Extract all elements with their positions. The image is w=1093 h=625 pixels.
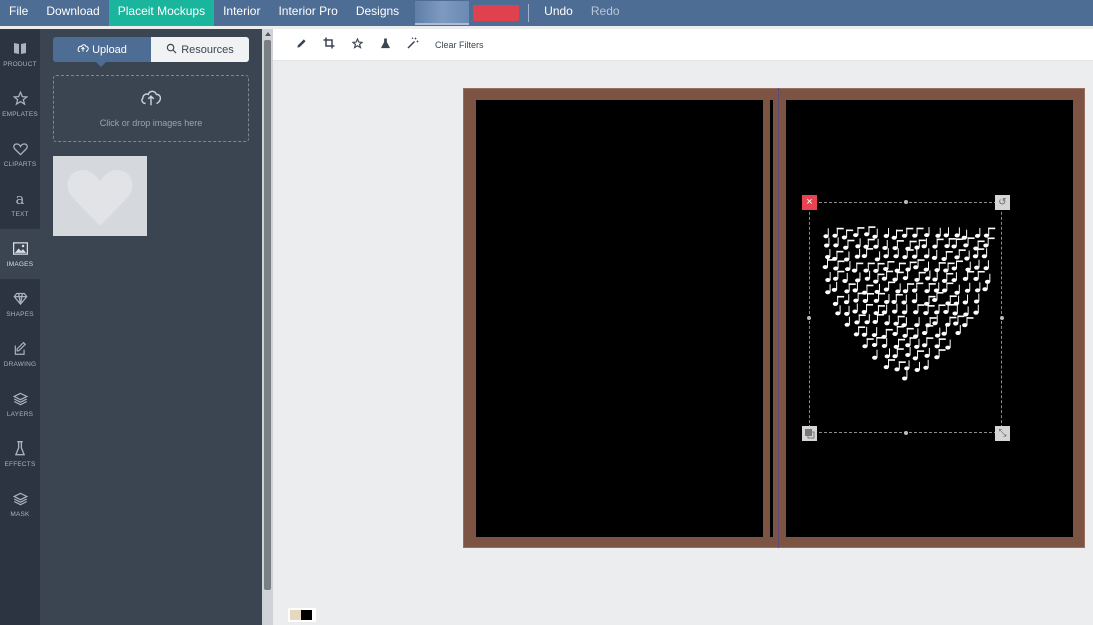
rail-item-text[interactable]: a TEXT bbox=[0, 179, 40, 229]
undo-button[interactable]: Undo bbox=[535, 0, 582, 26]
search-icon bbox=[166, 43, 177, 57]
resize-handle[interactable]: ⤡ bbox=[995, 426, 1010, 441]
menu-placeit-mockups[interactable]: Placeit Mockups bbox=[108, 0, 215, 26]
layers-square-icon bbox=[802, 428, 817, 445]
cloud-upload-icon bbox=[140, 89, 162, 112]
selection-handle-bottom[interactable] bbox=[904, 431, 908, 435]
rail-item-mask[interactable]: MASK bbox=[0, 479, 40, 529]
rail-item-drawing[interactable]: DRAWING bbox=[0, 329, 40, 379]
heart-icon bbox=[12, 141, 28, 157]
scrollbar-thumb[interactable] bbox=[264, 40, 271, 590]
color-swatches[interactable] bbox=[288, 608, 316, 622]
flask-icon bbox=[380, 36, 391, 54]
rail-item-images[interactable]: IMAGES bbox=[0, 229, 40, 279]
panel-scrollbar[interactable] bbox=[262, 29, 273, 625]
redo-button[interactable]: Redo bbox=[582, 0, 629, 26]
rail-label: PRODUCT bbox=[3, 60, 37, 68]
menu-designs[interactable]: Designs bbox=[347, 0, 408, 26]
dropzone-text: Click or drop images here bbox=[99, 118, 203, 128]
rail-label: TEXT bbox=[11, 210, 29, 218]
menu-interior-pro[interactable]: Interior Pro bbox=[269, 0, 346, 26]
selection-handle-top[interactable] bbox=[904, 200, 908, 204]
edit-tool[interactable] bbox=[287, 29, 315, 61]
images-panel: Upload Resources Click or drop images he… bbox=[40, 29, 262, 625]
left-card-panel[interactable] bbox=[476, 100, 763, 537]
uploaded-image-thumbnail[interactable] bbox=[53, 156, 147, 236]
star-icon bbox=[350, 36, 364, 54]
swatch-beige[interactable] bbox=[290, 610, 301, 620]
tab-resources[interactable]: Resources bbox=[151, 37, 249, 62]
filter-tool[interactable] bbox=[371, 29, 399, 61]
swatch-black[interactable] bbox=[301, 610, 312, 620]
selection-handle-left[interactable] bbox=[807, 316, 811, 320]
crop-tool[interactable] bbox=[315, 29, 343, 61]
magic-tool[interactable] bbox=[399, 29, 427, 61]
resize-diagonal-icon: ⤡ bbox=[998, 428, 1007, 439]
menu-file[interactable]: File bbox=[0, 0, 37, 26]
magic-wand-icon bbox=[407, 36, 419, 54]
red-menu-button[interactable] bbox=[473, 5, 520, 21]
crop-icon bbox=[323, 36, 335, 54]
mask-icon bbox=[12, 491, 28, 507]
rail-label: IMAGES bbox=[6, 260, 34, 268]
rail-label: DRAWING bbox=[3, 360, 37, 368]
delete-handle[interactable]: × bbox=[802, 195, 817, 210]
text-a-icon: a bbox=[15, 189, 25, 208]
pencil-square-icon bbox=[12, 341, 28, 357]
star-icon bbox=[12, 91, 28, 107]
rail-item-product[interactable]: PRODUCT bbox=[0, 29, 40, 79]
rotate-handle[interactable]: ↺ bbox=[995, 195, 1010, 210]
menu-download[interactable]: Download bbox=[37, 0, 108, 26]
rail-label: EFFECTS bbox=[4, 460, 36, 468]
selection-box bbox=[809, 202, 1002, 433]
rail-label: EMPLATES bbox=[2, 110, 38, 118]
top-menu-bar: File Download Placeit Mockups Interior I… bbox=[0, 0, 1093, 26]
card-fold bbox=[770, 100, 773, 537]
layer-handle[interactable] bbox=[802, 426, 817, 441]
favorite-tool[interactable] bbox=[343, 29, 371, 61]
rotate-icon: ↺ bbox=[998, 197, 1007, 208]
tool-rail: PRODUCT EMPLATES CLIPARTS a TEXT IMAGES … bbox=[0, 29, 40, 625]
menu-interior[interactable]: Interior bbox=[214, 0, 269, 26]
cloud-upload-icon bbox=[77, 43, 89, 56]
tab-upload[interactable]: Upload bbox=[53, 37, 151, 62]
flask-icon bbox=[12, 441, 28, 457]
rail-label: LAYERS bbox=[6, 410, 34, 418]
pencil-icon bbox=[296, 36, 307, 54]
tab-resources-label: Resources bbox=[181, 43, 234, 56]
rail-item-cliparts[interactable]: CLIPARTS bbox=[0, 129, 40, 179]
image-icon bbox=[12, 241, 28, 257]
menu-divider bbox=[528, 4, 530, 22]
tab-upload-label: Upload bbox=[92, 43, 127, 56]
rail-item-templates[interactable]: EMPLATES bbox=[0, 79, 40, 129]
active-tab-pointer bbox=[95, 61, 107, 67]
rail-label: SHAPES bbox=[6, 310, 34, 318]
book-icon bbox=[12, 41, 28, 57]
close-icon: × bbox=[806, 196, 813, 208]
blurred-menu-item[interactable] bbox=[415, 1, 470, 25]
image-dropzone[interactable]: Click or drop images here bbox=[53, 75, 249, 142]
clear-filters-button[interactable]: Clear Filters bbox=[435, 40, 484, 50]
selection-handle-right[interactable] bbox=[1000, 316, 1004, 320]
image-toolbar: Clear Filters bbox=[273, 29, 1093, 61]
rail-item-layers[interactable]: LAYERS bbox=[0, 379, 40, 429]
rail-label: MASK bbox=[10, 510, 30, 518]
rail-label: CLIPARTS bbox=[3, 160, 37, 168]
scroll-up-arrow-icon[interactable] bbox=[265, 32, 271, 36]
rail-item-shapes[interactable]: SHAPES bbox=[0, 279, 40, 329]
center-guide-line bbox=[778, 88, 779, 548]
layers-icon bbox=[12, 391, 28, 407]
diamond-icon bbox=[12, 291, 28, 307]
rail-item-effects[interactable]: EFFECTS bbox=[0, 429, 40, 479]
